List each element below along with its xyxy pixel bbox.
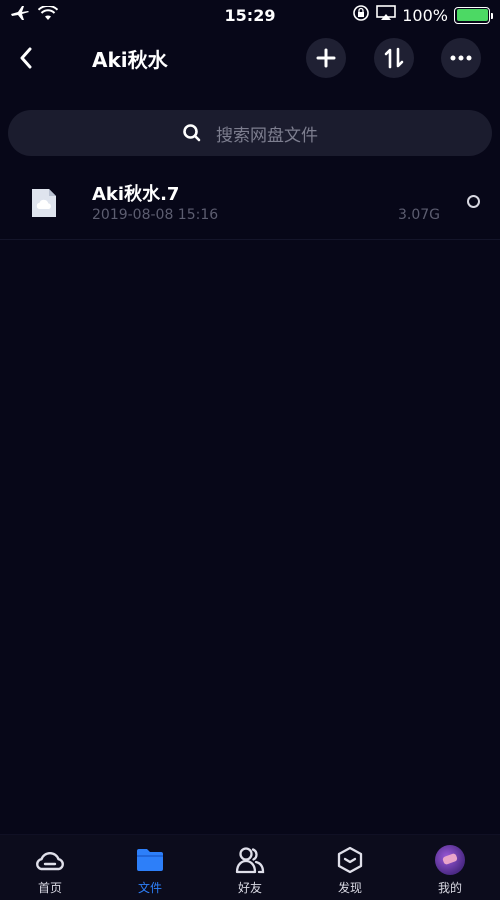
airplane-icon bbox=[10, 5, 30, 25]
app-screen: 15:29 100% Aki秋水 搜索网盘文件 Aki秋水.7 2019-08-… bbox=[0, 0, 500, 900]
chevron-left-icon bbox=[20, 47, 32, 69]
more-horizontal-icon bbox=[450, 55, 472, 61]
rotation-lock-icon bbox=[352, 4, 370, 26]
header: Aki秋水 bbox=[0, 32, 500, 84]
battery-fill bbox=[456, 9, 488, 21]
tab-label: 我的 bbox=[437, 881, 462, 895]
battery-percent: 100% bbox=[402, 5, 448, 25]
back-button[interactable] bbox=[12, 44, 40, 72]
file-name: Aki秋水.7 bbox=[92, 184, 180, 205]
plus-icon bbox=[316, 48, 336, 68]
status-right: 100% bbox=[352, 4, 493, 26]
file-size: 3.07G bbox=[398, 207, 441, 223]
search-icon bbox=[183, 124, 201, 142]
tab-label: 发现 bbox=[337, 881, 362, 895]
folder-icon bbox=[134, 845, 166, 875]
battery-icon bbox=[454, 6, 493, 24]
tab-me[interactable]: 我的 bbox=[400, 835, 500, 900]
tab-files[interactable]: 文件 bbox=[100, 835, 200, 900]
tab-label: 首页 bbox=[37, 881, 62, 895]
tab-bar: 首页 文件 好友 发现 我的 bbox=[0, 834, 500, 900]
sort-button[interactable] bbox=[374, 38, 414, 78]
tab-friends[interactable]: 好友 bbox=[200, 835, 300, 900]
cloud-home-icon bbox=[34, 845, 66, 875]
status-left bbox=[10, 4, 59, 25]
airplay-icon bbox=[376, 5, 397, 25]
tab-home[interactable]: 首页 bbox=[0, 835, 100, 900]
friends-icon bbox=[234, 845, 266, 875]
page-title: Aki秋水 bbox=[92, 48, 168, 72]
add-button[interactable] bbox=[306, 38, 346, 78]
wifi-icon bbox=[37, 4, 59, 25]
status-bar: 15:29 100% bbox=[0, 0, 500, 30]
tab-label: 文件 bbox=[137, 881, 162, 895]
more-button[interactable] bbox=[441, 38, 481, 78]
discover-cube-icon bbox=[334, 845, 366, 875]
search-placeholder: 搜索网盘文件 bbox=[216, 125, 318, 146]
avatar bbox=[434, 845, 466, 875]
select-checkbox[interactable] bbox=[467, 195, 480, 208]
search-input[interactable]: 搜索网盘文件 bbox=[8, 110, 492, 156]
cloud-file-icon bbox=[30, 187, 58, 219]
tab-label: 好友 bbox=[237, 881, 262, 895]
sort-icon bbox=[384, 47, 404, 69]
avatar-image bbox=[435, 845, 465, 875]
tab-discover[interactable]: 发现 bbox=[300, 835, 400, 900]
list-item[interactable]: Aki秋水.7 2019-08-08 15:16 3.07G bbox=[0, 170, 500, 240]
file-date: 2019-08-08 15:16 bbox=[92, 207, 219, 223]
